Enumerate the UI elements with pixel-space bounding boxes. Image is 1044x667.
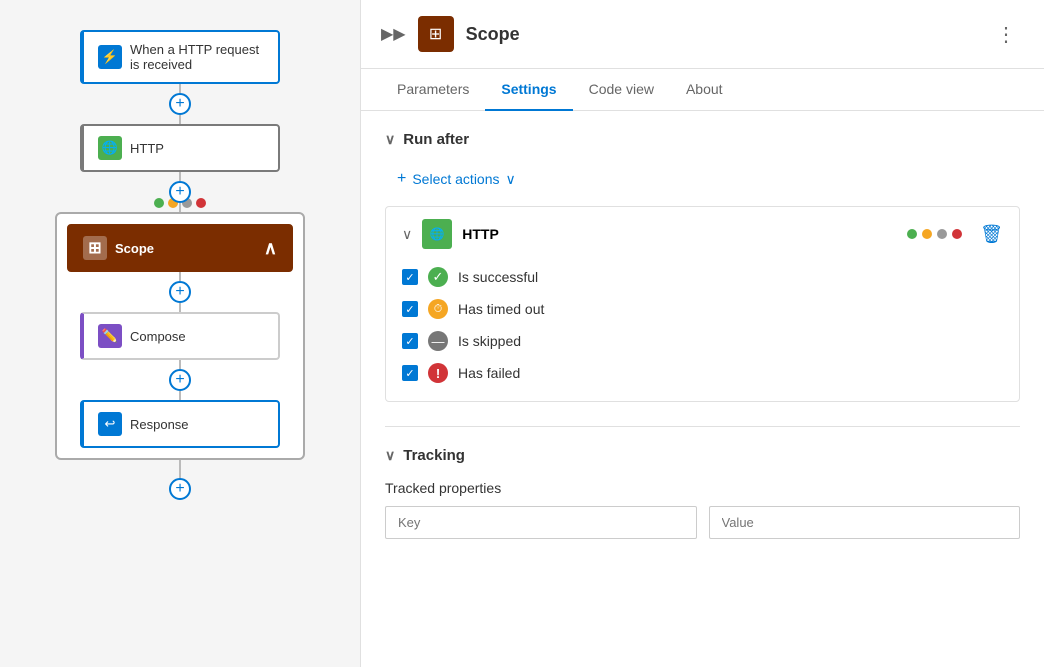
line-scope — [179, 272, 181, 281]
tab-settings[interactable]: Settings — [485, 69, 572, 111]
tab-parameters[interactable]: Parameters — [381, 69, 485, 111]
http-run-after-icon: 🌐 — [422, 219, 452, 249]
http-dot-green — [907, 229, 917, 239]
tracking-label: Tracking — [403, 447, 465, 464]
add-step-compose[interactable]: + — [169, 369, 191, 391]
http-trigger-node[interactable]: ⚡ When a HTTP request is received — [80, 30, 280, 84]
panel-title: Scope — [466, 24, 976, 45]
http-status-dots — [907, 229, 962, 239]
condition-failed-icon: ! — [428, 363, 448, 383]
line-1b — [179, 115, 181, 124]
compose-icon: ✏️ — [98, 324, 122, 348]
connector-after-scope: + — [169, 460, 191, 500]
run-after-chevron: ∨ — [385, 131, 395, 148]
condition-skipped-row: ✓ — Is skipped — [402, 325, 1003, 357]
compose-label: Compose — [130, 329, 186, 344]
tracked-key-input[interactable] — [385, 506, 697, 539]
scope-header-icon: ⊞ — [418, 16, 454, 52]
panel-collapse-button[interactable]: ▶▶ — [381, 24, 406, 44]
line-1 — [179, 84, 181, 93]
flow-diagram: ⚡ When a HTTP request is received + 🌐 HT… — [55, 30, 305, 500]
condition-timedout-label: Has timed out — [458, 301, 544, 317]
scope-label: Scope — [115, 241, 154, 256]
response-label: Response — [130, 417, 189, 432]
condition-successful-row: ✓ ✓ Is successful — [402, 261, 1003, 293]
add-step-scope[interactable]: + — [169, 281, 191, 303]
condition-timedout-checkbox[interactable]: ✓ — [402, 301, 418, 317]
http-run-after-label: HTTP — [462, 226, 897, 242]
compose-node[interactable]: ✏️ Compose — [80, 312, 280, 360]
http-dot-yellow — [922, 229, 932, 239]
select-actions-button[interactable]: + Select actions ∨ — [385, 164, 528, 194]
response-icon: ↩ — [98, 412, 122, 436]
line-scope-b — [179, 303, 181, 312]
workflow-canvas: ⚡ When a HTTP request is received + 🌐 HT… — [0, 0, 360, 667]
scope-header-node[interactable]: ⊞ Scope ∧ — [67, 224, 293, 272]
scope-icon: ⊞ — [83, 236, 107, 260]
condition-timedout-icon: ⏱ — [428, 299, 448, 319]
http-dot-gray — [937, 229, 947, 239]
condition-successful-icon: ✓ — [428, 267, 448, 287]
http-action-icon: 🌐 — [98, 136, 122, 160]
run-after-header[interactable]: ∨ Run after — [385, 131, 1020, 148]
line-compose-b — [179, 391, 181, 400]
line-after-scope — [179, 460, 181, 478]
condition-skipped-icon: — — [428, 331, 448, 351]
settings-tabs: Parameters Settings Code view About — [361, 69, 1044, 111]
condition-skipped-checkbox[interactable]: ✓ — [402, 333, 418, 349]
expand-http-chevron[interactable]: ∨ — [402, 226, 412, 243]
add-step-after-scope[interactable]: + — [169, 478, 191, 500]
condition-timedout-row: ✓ ⏱ Has timed out — [402, 293, 1003, 325]
connector-compose: + — [169, 360, 191, 400]
tracking-chevron: ∨ — [385, 447, 395, 464]
tracking-section: ∨ Tracking Tracked properties — [385, 447, 1020, 539]
condition-successful-label: Is successful — [458, 269, 538, 285]
line-2 — [179, 172, 181, 181]
condition-successful-checkbox[interactable]: ✓ — [402, 269, 418, 285]
http-trigger-icon: ⚡ — [98, 45, 122, 69]
connector-scope-inner: + — [169, 272, 191, 312]
panel-header: ▶▶ ⊞ Scope ⋮ — [361, 0, 1044, 69]
add-step-1[interactable]: + — [169, 93, 191, 115]
http-action-label: HTTP — [130, 141, 164, 156]
tab-about[interactable]: About — [670, 69, 739, 111]
http-trigger-label: When a HTTP request is received — [130, 42, 259, 72]
condition-failed-label: Has failed — [458, 365, 520, 381]
dot-green — [154, 198, 164, 208]
dot-red — [196, 198, 206, 208]
settings-panel: ▶▶ ⊞ Scope ⋮ Parameters Settings Code vi… — [360, 0, 1044, 667]
scope-wrapper: ⊞ Scope ∧ + ✏️ Compose + — [55, 212, 305, 460]
more-options-button[interactable]: ⋮ — [988, 18, 1024, 51]
select-actions-label: Select actions — [412, 171, 499, 187]
add-step-2[interactable]: + — [169, 181, 191, 203]
scope-container: ⊞ Scope ∧ + ✏️ Compose + — [55, 212, 305, 460]
settings-content: ∨ Run after + Select actions ∨ ∨ 🌐 HTTP — [361, 111, 1044, 667]
condition-skipped-label: Is skipped — [458, 333, 521, 349]
response-node[interactable]: ↩ Response — [80, 400, 280, 448]
tracked-properties-inputs — [385, 506, 1020, 539]
scope-collapse-icon[interactable]: ∧ — [264, 238, 277, 259]
dropdown-arrow-icon: ∨ — [506, 171, 516, 188]
tab-codeview[interactable]: Code view — [573, 69, 670, 111]
tracking-header[interactable]: ∨ Tracking — [385, 447, 1020, 464]
http-dot-red — [952, 229, 962, 239]
run-after-label: Run after — [403, 131, 469, 148]
tracked-value-input[interactable] — [709, 506, 1021, 539]
line-compose — [179, 360, 181, 369]
connector-1: + — [169, 84, 191, 124]
http-run-after-block: ∨ 🌐 HTTP 🗑 ✓ ✓ Is successful — [385, 206, 1020, 402]
condition-failed-row: ✓ ! Has failed — [402, 357, 1003, 389]
run-after-section: ∨ Run after + Select actions ∨ ∨ 🌐 HTTP — [385, 131, 1020, 402]
delete-http-run-after-button[interactable]: 🗑 — [980, 224, 1003, 245]
section-divider — [385, 426, 1020, 427]
plus-icon: + — [397, 170, 406, 188]
http-action-node[interactable]: 🌐 HTTP — [80, 124, 280, 172]
http-run-after-header: ∨ 🌐 HTTP 🗑 — [402, 219, 1003, 249]
condition-failed-checkbox[interactable]: ✓ — [402, 365, 418, 381]
connector-2: + — [169, 172, 191, 212]
tracked-properties-label: Tracked properties — [385, 480, 1020, 496]
